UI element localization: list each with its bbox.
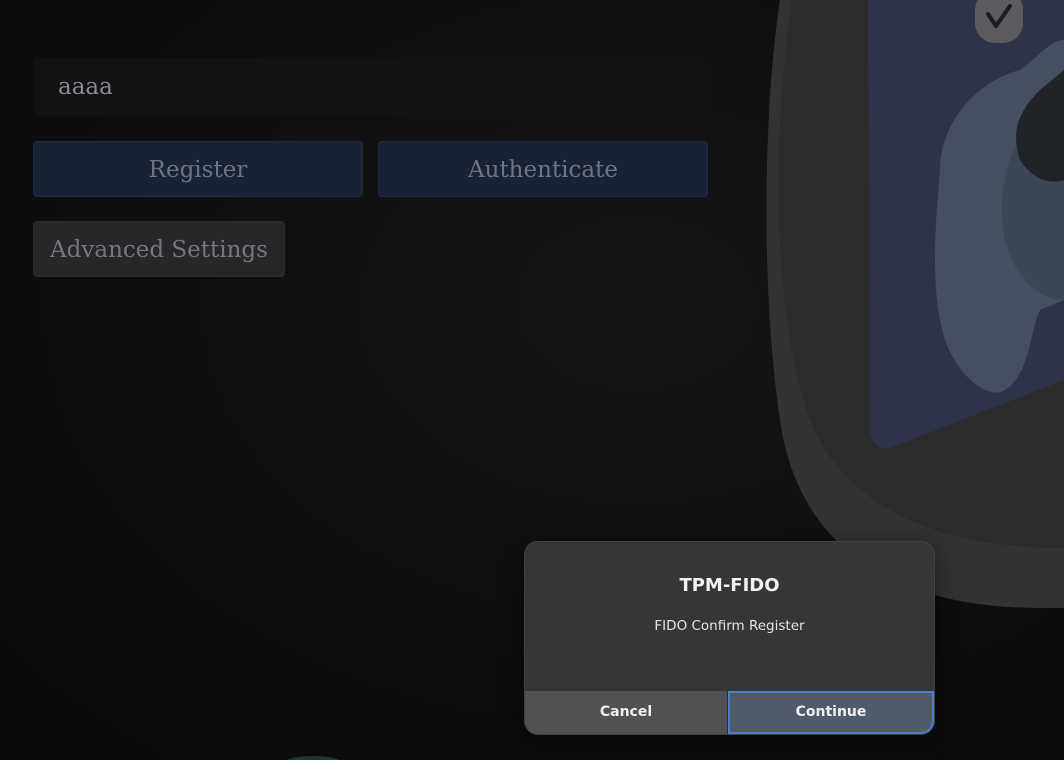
dialog-message: FIDO Confirm Register: [654, 618, 805, 634]
continue-button[interactable]: Continue: [728, 691, 934, 734]
dialog-title: TPM-FIDO: [679, 575, 780, 596]
advanced-settings-button[interactable]: Advanced Settings: [33, 221, 285, 277]
decorative-illustration: [766, 0, 1064, 608]
dialog-actions: Cancel Continue: [525, 691, 934, 734]
cancel-button[interactable]: Cancel: [525, 691, 728, 734]
username-input[interactable]: aaaa: [34, 58, 706, 116]
checkmark-icon: [975, 0, 1023, 43]
register-button[interactable]: Register: [33, 141, 363, 197]
confirm-dialog: TPM-FIDO FIDO Confirm Register Cancel Co…: [524, 541, 935, 735]
screen: aaaa Register Authenticate Advanced Sett…: [0, 0, 1064, 760]
authenticate-button[interactable]: Authenticate: [378, 141, 708, 197]
